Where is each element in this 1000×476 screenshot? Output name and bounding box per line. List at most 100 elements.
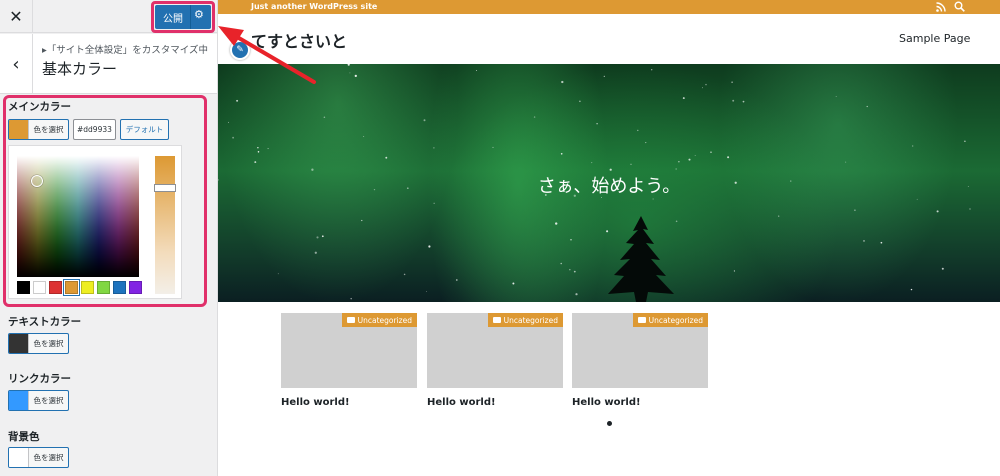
annotation-arrow	[218, 26, 316, 84]
star-dot	[236, 99, 239, 102]
star-dot	[835, 95, 837, 98]
text-color-select-button[interactable]: 色を選択	[8, 333, 69, 354]
star-dot	[257, 151, 260, 153]
star-dot	[254, 161, 257, 164]
close-customizer-button[interactable]: ✕	[0, 0, 33, 33]
star-dot	[866, 105, 868, 108]
star-dot	[385, 156, 388, 159]
background-color-select-button[interactable]: 色を選択	[8, 447, 69, 468]
link-color-swatch	[9, 391, 29, 410]
star-dot	[575, 293, 578, 296]
post-title[interactable]: Hello world!	[427, 397, 496, 408]
star-dot	[609, 168, 612, 171]
background-color-swatch	[9, 448, 29, 467]
search-icon[interactable]	[954, 1, 965, 12]
star-dot	[555, 222, 558, 225]
star-dot	[314, 251, 317, 254]
site-preview: Just another WordPress site てすとさいと ✎ Sam…	[218, 0, 1000, 476]
star-dot	[651, 69, 653, 71]
star-dot	[267, 148, 269, 150]
star-dot	[854, 209, 856, 212]
star-dot	[433, 147, 435, 149]
background-color-label: 背景色	[8, 431, 40, 443]
category-label: Uncategorized	[648, 315, 703, 325]
star-dot	[560, 152, 563, 155]
star-dot	[969, 208, 971, 210]
star-dot	[733, 270, 735, 272]
star-dot	[476, 70, 477, 71]
star-dot	[321, 235, 324, 238]
star-dot	[423, 119, 426, 122]
star-dot	[573, 270, 576, 273]
star-dot	[354, 74, 357, 78]
star-dot	[570, 239, 572, 241]
section-header: ‹ ▸「サイト全体設定」をカスタマイズ中 基本カラー	[0, 34, 217, 94]
star-dot	[637, 129, 639, 132]
star-dot	[702, 87, 703, 89]
annotation-highlight-box	[151, 1, 215, 33]
link-color-select-button[interactable]: 色を選択	[8, 390, 69, 411]
star-dot	[678, 161, 680, 163]
category-badge[interactable]: Uncategorized	[632, 313, 708, 327]
star-dot	[316, 236, 319, 239]
star-dot	[675, 168, 677, 170]
star-dot	[579, 100, 581, 103]
star-dot	[277, 273, 279, 275]
rss-icon[interactable]	[936, 2, 946, 12]
star-dot	[742, 100, 745, 103]
link-color-label: リンクカラー	[8, 373, 71, 385]
hero-image: さぁ、始めよう。	[218, 64, 1000, 302]
star-dot	[964, 140, 966, 143]
star-dot	[347, 64, 350, 66]
tree-silhouette	[608, 216, 674, 302]
text-color-label: テキストカラー	[8, 316, 82, 328]
star-dot	[630, 163, 632, 165]
star-dot	[428, 245, 431, 248]
folder-icon	[346, 317, 355, 323]
star-dot	[569, 268, 571, 271]
category-badge[interactable]: Uncategorized	[487, 313, 563, 327]
star-dot	[778, 215, 780, 217]
star-dot	[731, 81, 733, 83]
customizer-panel: ✕ 公開 ⚙ ‹ ▸「サイト全体設定」をカスタマイズ中 基本カラー メインカラー…	[0, 0, 218, 476]
nav-item-sample-page[interactable]: Sample Page	[899, 32, 970, 45]
star-dot	[361, 219, 363, 222]
star-dot	[880, 241, 883, 244]
star-dot	[349, 72, 351, 74]
hero-heading: さぁ、始めよう。	[537, 176, 681, 197]
folder-icon	[637, 317, 646, 323]
star-dot	[591, 162, 593, 164]
annotation-highlight-box	[3, 95, 207, 307]
post-title[interactable]: Hello world!	[572, 397, 641, 408]
star-dot	[426, 291, 428, 293]
star-dot	[688, 158, 691, 161]
star-dot	[732, 99, 735, 102]
star-dot	[311, 168, 314, 171]
star-dot	[910, 288, 913, 291]
category-badge[interactable]: Uncategorized	[341, 313, 417, 327]
pagination-dot[interactable]	[607, 421, 612, 426]
star-dot	[403, 273, 406, 276]
back-button[interactable]: ‹	[0, 34, 33, 94]
star-dot	[596, 122, 598, 125]
star-dot	[232, 136, 234, 139]
post-title[interactable]: Hello world!	[281, 397, 350, 408]
site-top-bar: Just another WordPress site	[218, 0, 1000, 14]
star-dot	[433, 202, 435, 204]
section-title: 基本カラー	[42, 60, 118, 78]
star-dot	[936, 210, 939, 213]
star-dot	[845, 161, 847, 163]
star-dot	[560, 262, 562, 265]
link-color-select-label: 色を選択	[33, 396, 64, 405]
star-dot	[350, 297, 352, 300]
chevron-left-icon: ‹	[12, 53, 20, 75]
folder-icon	[492, 317, 501, 323]
background-color-select-label: 色を選択	[33, 453, 64, 462]
star-dot	[710, 151, 712, 153]
site-tagline: Just another WordPress site	[251, 2, 378, 11]
star-dot	[682, 97, 685, 100]
star-dot	[512, 282, 515, 285]
star-dot	[941, 267, 944, 270]
star-dot	[863, 240, 865, 242]
star-dot	[455, 279, 458, 281]
